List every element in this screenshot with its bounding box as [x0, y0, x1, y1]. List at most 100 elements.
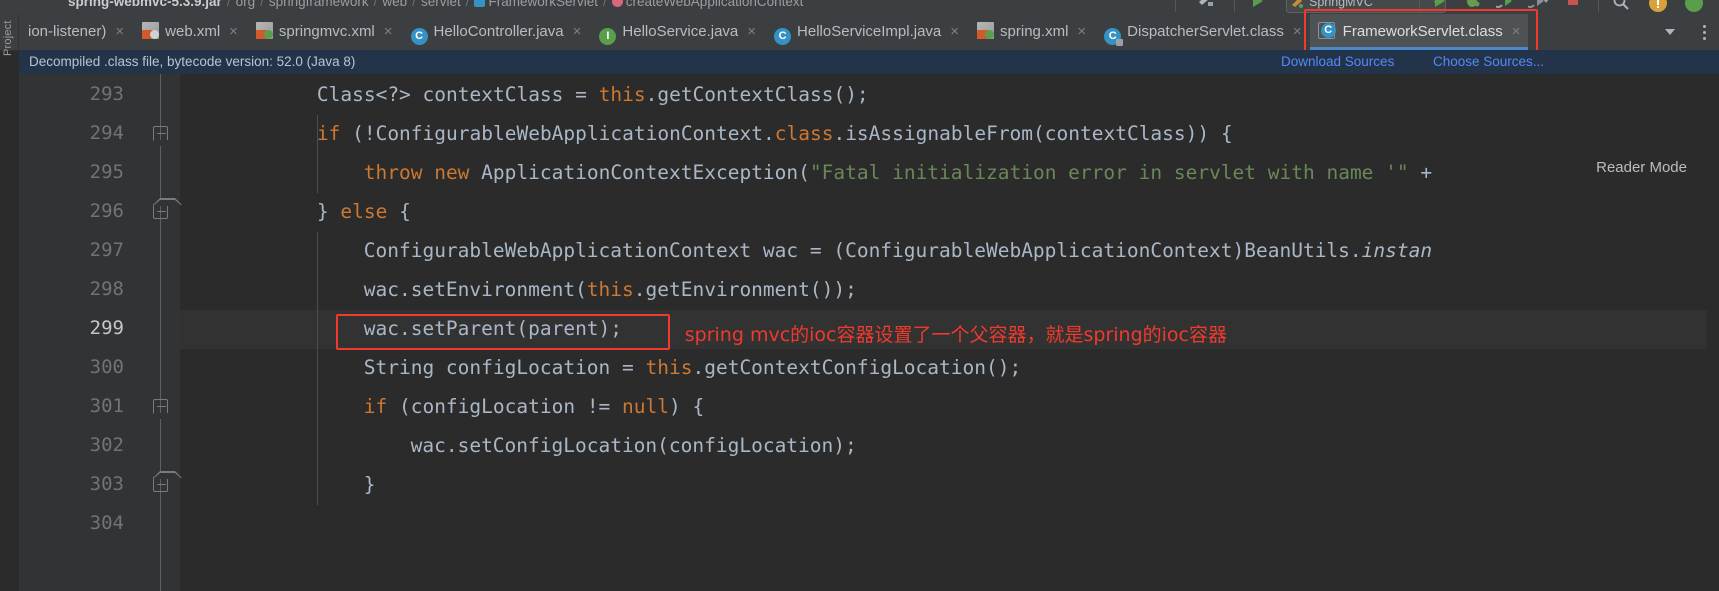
method-icon	[611, 0, 623, 7]
breadcrumb-item[interactable]: org	[236, 0, 256, 9]
editor-tab-label: HelloController.java	[433, 23, 564, 40]
editor-tab[interactable]: I HelloService.java ×	[589, 14, 764, 50]
spring-xml-file-icon	[255, 22, 273, 39]
code-line: Class<?> contextClass = this.getContextC…	[317, 83, 869, 106]
project-tool-window-stripe[interactable]: Project	[0, 14, 19, 56]
stop-button[interactable]	[1566, 0, 1588, 13]
tab-options-icon[interactable]	[1689, 14, 1719, 50]
close-icon[interactable]: ×	[115, 14, 124, 50]
breadcrumb-toolbar-strip: spring-webmvc-5.3.9.jar / org / springframew…	[0, 0, 1719, 14]
line-number: 293	[89, 83, 124, 105]
annotation-comment-text: spring mvc的ioc容器设置了一个父容器，就是spring的ioc容器	[684, 324, 1227, 346]
editor-tab-label: DispatcherServlet.class	[1127, 23, 1284, 40]
code-token: this	[586, 278, 634, 301]
reader-mode-label[interactable]: Reader Mode	[1596, 159, 1687, 176]
line-number: 304	[89, 512, 124, 534]
fold-guide-line	[160, 74, 161, 591]
run-config-play-icon[interactable]	[1250, 0, 1272, 13]
close-icon[interactable]: ×	[573, 14, 582, 50]
tab-list: ion-listener) × web.xml × springmvc.xml × C Hel…	[18, 14, 1529, 50]
editor-tab[interactable]: springmvc.xml ×	[246, 14, 401, 50]
breadcrumb-separator: /	[465, 0, 470, 9]
java-class-decompiled-icon: C	[1317, 22, 1337, 39]
debug-button[interactable]	[1464, 0, 1486, 13]
run-configuration-name: SpringMVC	[1309, 0, 1373, 9]
updates-badge-icon[interactable]	[1648, 0, 1672, 13]
search-everywhere-button[interactable]	[1612, 0, 1636, 13]
editor-tab[interactable]: C HelloController.java ×	[401, 14, 590, 50]
code-token: null	[622, 395, 670, 418]
editor-scrollbar[interactable]	[1707, 74, 1719, 591]
indent-guide	[316, 232, 318, 505]
account-icon[interactable]	[1684, 0, 1708, 13]
close-icon[interactable]: ×	[229, 14, 238, 50]
build-button[interactable]	[1196, 0, 1222, 13]
code-line: throw new ApplicationContextException("F…	[364, 161, 1432, 184]
code-token: ConfigurableWebApplicationContext wac = …	[363, 239, 1362, 262]
editor-tab[interactable]: spring.xml ×	[967, 14, 1094, 50]
java-class-icon: C	[774, 28, 792, 45]
close-icon[interactable]: ×	[1077, 14, 1086, 50]
editor-tab-label: springmvc.xml	[278, 23, 375, 40]
xml-file-icon	[142, 22, 160, 39]
breadcrumb-separator: /	[412, 0, 416, 9]
editor-tab-bar: Project ion-listener) × web.xml × springmvc.…	[0, 14, 1719, 56]
run-button[interactable]	[1432, 0, 1454, 13]
code-folding-column[interactable]	[140, 74, 182, 591]
breadcrumb-item[interactable]: servlet	[421, 0, 461, 9]
line-number-gutter: 293 294 295 296 297 298 299 300 301 302 303 304	[19, 74, 140, 591]
project-stripe-label: Project	[2, 20, 14, 56]
code-token: if	[363, 395, 388, 418]
code-token: wac.setEnvironment(	[363, 278, 587, 301]
spring-xml-file-icon	[977, 22, 995, 39]
breadcrumb-separator: /	[260, 0, 264, 9]
fold-start-icon[interactable]	[153, 126, 182, 147]
choose-sources-link[interactable]: Choose Sources...	[1433, 54, 1544, 69]
tab-list-chevron-down-icon[interactable]	[1655, 14, 1685, 50]
code-token: instan	[1361, 239, 1433, 262]
code-token: String configLocation =	[363, 356, 646, 379]
code-token: this	[645, 356, 693, 379]
line-number: 296	[89, 200, 124, 222]
editor-tab-label: HelloServiceImpl.java	[797, 23, 942, 40]
line-number: 298	[89, 278, 124, 300]
breadcrumb-item[interactable]: spring-webmvc-5.3.9.jar	[68, 0, 222, 9]
code-token: wac.setParent(parent);	[363, 317, 623, 340]
run-with-coverage-button[interactable]	[1492, 0, 1518, 13]
editor-tab[interactable]: web.xml ×	[132, 14, 246, 50]
close-icon[interactable]: ×	[1293, 14, 1302, 50]
code-token: if	[316, 122, 341, 145]
code-token: .getContextConfigLocation();	[692, 356, 1022, 379]
editor-tab[interactable]: ion-listener) ×	[18, 14, 132, 50]
code-token: Class<?> contextClass =	[316, 83, 599, 106]
breadcrumb-item[interactable]: FrameworkServlet	[488, 0, 598, 9]
fold-end-icon[interactable]	[153, 471, 182, 492]
code-line: ConfigurableWebApplicationContext wac = …	[364, 239, 1432, 262]
line-number: 300	[89, 356, 124, 378]
line-number: 303	[89, 473, 124, 495]
line-number: 302	[89, 434, 124, 456]
editor-tab[interactable]: C DispatcherServlet.class ×	[1094, 14, 1310, 50]
close-icon[interactable]: ×	[1512, 14, 1521, 50]
close-icon[interactable]: ×	[950, 14, 959, 50]
breadcrumb-item[interactable]: createWebApplicationContext	[626, 0, 804, 9]
fold-end-icon[interactable]	[153, 198, 182, 219]
download-sources-link[interactable]: Download Sources	[1281, 54, 1394, 69]
code-token: .isAssignableFrom(contextClass)) {	[833, 122, 1233, 145]
run-configuration-selector[interactable]: SpringMVC	[1286, 0, 1446, 13]
profile-button[interactable]	[1524, 0, 1554, 13]
breadcrumb-separator: /	[373, 0, 378, 9]
editor-tab[interactable]: C HelloServiceImpl.java ×	[764, 14, 967, 50]
breadcrumb-item[interactable]: web	[382, 0, 407, 9]
close-icon[interactable]: ×	[384, 14, 393, 50]
code-token: else	[340, 200, 388, 223]
line-number: 295	[89, 161, 124, 183]
toolbar-separator-3	[1419, 0, 1420, 12]
fold-start-icon[interactable]	[153, 399, 182, 420]
editor-tab[interactable]: C FrameworkServlet.class ×	[1309, 14, 1529, 50]
breadcrumb-item[interactable]: springframework	[269, 0, 369, 9]
close-icon[interactable]: ×	[747, 14, 756, 50]
ide-window: spring-webmvc-5.3.9.jar / org / springframew…	[0, 0, 1719, 591]
code-line: wac.setParent(parent);	[364, 317, 622, 340]
